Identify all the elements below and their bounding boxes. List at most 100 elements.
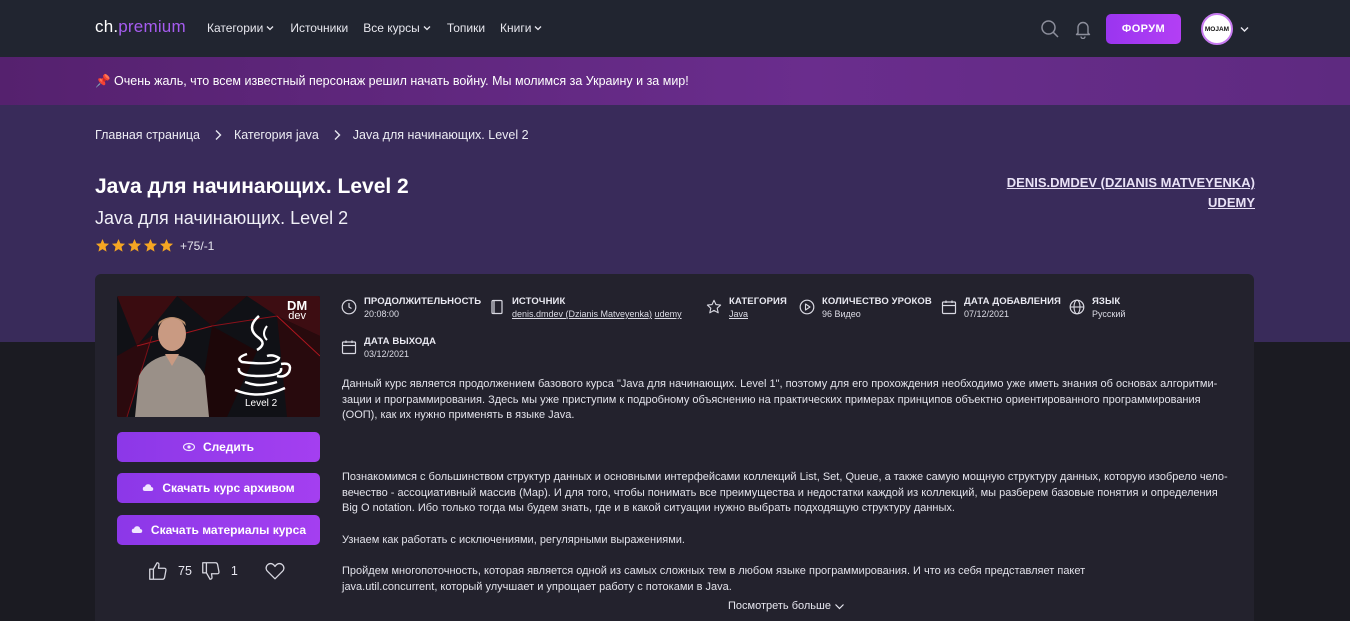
show-more-button[interactable]: Посмотреть больше: [728, 600, 845, 612]
site-logo[interactable]: ch.premium: [95, 17, 186, 37]
rating-score: +75/-1: [180, 238, 215, 253]
meta-lessons: КОЛИЧЕСТВО УРОКОВ 96 Видео: [799, 296, 932, 319]
chevron-down-icon[interactable]: [1239, 24, 1250, 34]
menu-item-all-courses[interactable]: Все курсы: [363, 21, 432, 35]
calendar-icon: [341, 340, 357, 355]
duration-label: ПРОДОЛЖИТЕЛЬНОСТЬ: [364, 296, 482, 307]
meta-category: КАТЕГОРИЯ Java: [706, 296, 787, 319]
menu-item-sources[interactable]: Источники: [290, 21, 348, 35]
forum-button[interactable]: ФОРУМ: [1106, 14, 1181, 44]
meta-duration: ПРОДОЛЖИТЕЛЬНОСТЬ 20:08:00: [341, 296, 481, 319]
menu-item-topics[interactable]: Топики: [447, 21, 485, 35]
release-date-value: 03/12/2021: [364, 349, 410, 359]
source-author-link[interactable]: denis.dmdev (Dzianis Matveyenka): [512, 309, 652, 319]
cloud-download-icon: [143, 484, 154, 491]
source-link[interactable]: UDEMY: [1007, 193, 1255, 213]
language-value: Русский: [1092, 309, 1126, 319]
description-line: (ООП), как их нужно применять в языке Ja…: [342, 409, 575, 421]
description-line: java.util.concurrent, который улучшает и…: [342, 580, 732, 593]
source-label: ИСТОЧНИК: [512, 296, 566, 307]
category-link[interactable]: Java: [729, 309, 748, 319]
top-navbar: ch.premium Категории Источники Все курсы…: [0, 0, 1350, 57]
main-menu: Категории Источники Все курсы Топики Кни…: [207, 21, 558, 35]
description-line: Пройдем многопоточность, которая являетс…: [342, 565, 1086, 577]
download-archive-button[interactable]: Скачать курс архивом: [117, 473, 320, 503]
likes-count: 75: [178, 564, 192, 578]
heart-icon[interactable]: [264, 560, 286, 582]
description-line: Big O notation. Ибо только тогда мы буде…: [342, 502, 955, 514]
meta-language: ЯЗЫК Русский: [1069, 296, 1125, 319]
breadcrumb-current[interactable]: Java для начинающих. Level 2: [353, 128, 529, 142]
star-icon: [127, 238, 142, 252]
language-label: ЯЗЫК: [1092, 296, 1121, 307]
meta-source: ИСТОЧНИК denis.dmdev (Dzianis Matveyenka)…: [489, 296, 682, 319]
breadcrumb: Главная страница Категория java Java для…: [95, 128, 529, 142]
globe-icon: [1069, 299, 1085, 315]
thumbs-down-icon[interactable]: [200, 560, 222, 582]
follow-button[interactable]: Следить: [117, 432, 320, 462]
description-paragraph-4: Пройдем многопоточность, которая являетс…: [342, 564, 1242, 595]
download-archive-label: Скачать курс архивом: [162, 481, 295, 495]
play-circle-icon: [799, 299, 815, 315]
thumbnail-brand: DM dev: [287, 299, 307, 322]
lessons-label: КОЛИЧЕСТВО УРОКОВ: [822, 296, 932, 307]
chevron-down-icon: [835, 603, 844, 609]
search-icon[interactable]: [1040, 19, 1060, 39]
course-thumbnail: DM dev Level 2: [117, 296, 320, 417]
date-added-value: 07/12/2021: [964, 309, 1010, 319]
bell-icon[interactable]: [1074, 19, 1092, 39]
star-icon: [143, 238, 158, 252]
duration-value: 20:08:00: [364, 309, 400, 319]
announcement-banner: 📌 Очень жаль, что всем известный персона…: [0, 57, 1350, 105]
chevron-right-icon: [334, 130, 341, 140]
description-paragraph-2: Познакомимся с большинством структур дан…: [342, 470, 1242, 517]
meta-release-date: ДАТА ВЫХОДА 03/12/2021: [341, 336, 436, 359]
star-icon: [111, 238, 126, 252]
author-links: DENIS.DMDEV (DZIANIS MATVEYENKA) UDEMY: [1007, 173, 1255, 213]
release-date-label: ДАТА ВЫХОДА: [364, 336, 437, 347]
clock-icon: [341, 299, 357, 315]
menu-item-label: Все курсы: [363, 21, 420, 35]
thumbnail-caption: Level 2: [245, 398, 278, 409]
logo-part-2: premium: [118, 17, 186, 36]
description-line: зации и программирования. Здесь мы уже п…: [342, 393, 1201, 406]
description-paragraph-3: Узнаем как работать с исключениями, регу…: [342, 533, 1242, 549]
cloud-download-icon: [131, 526, 143, 533]
menu-item-categories[interactable]: Категории: [207, 21, 275, 35]
menu-item-label: Книги: [500, 21, 532, 35]
logo-part-1: ch.: [95, 17, 119, 36]
chevron-down-icon: [534, 26, 542, 31]
download-materials-button[interactable]: Скачать материалы курса: [117, 515, 320, 545]
calendar-icon: [941, 300, 957, 315]
eye-icon: [182, 442, 195, 452]
chevron-right-icon: [215, 130, 222, 140]
author-link[interactable]: DENIS.DMDEV (DZIANIS MATVEYENKA): [1007, 173, 1255, 193]
page-title: Java для начинающих. Level 2: [95, 175, 409, 198]
avatar[interactable]: MOJAM: [1201, 13, 1233, 45]
thumbnail-brand-bottom: dev: [288, 310, 306, 322]
description-paragraph-1: Данный курс является продолжением базово…: [342, 377, 1242, 424]
breadcrumb-home[interactable]: Главная страница: [95, 128, 200, 142]
thumbs-up-icon[interactable]: [147, 560, 169, 582]
course-card: DM dev Level 2 Следить Скачать курс архи…: [95, 274, 1254, 621]
menu-item-label: Категории: [207, 21, 264, 35]
dislikes-count: 1: [230, 564, 238, 578]
page-subtitle: Java для начинающих. Level 2: [95, 208, 349, 228]
description-line: Познакомимся с большинством структур дан…: [342, 471, 1228, 483]
star-icon: [159, 238, 174, 252]
category-label: КАТЕГОРИЯ: [729, 296, 787, 307]
menu-item-books[interactable]: Книги: [500, 21, 543, 35]
menu-item-label: Топики: [446, 21, 486, 35]
chevron-down-icon: [423, 26, 431, 31]
description-line: Узнаем как работать с исключениями, регу…: [342, 534, 685, 546]
description-line: вечество - ассоциативный массив (Map). И…: [342, 486, 1218, 499]
star-outline-icon: [706, 299, 722, 314]
star-icon: [95, 238, 110, 252]
chevron-down-icon: [266, 26, 274, 31]
book-icon: [491, 299, 503, 315]
source-platform-link[interactable]: udemy: [655, 309, 682, 319]
rating: +75/-1: [95, 238, 214, 253]
breadcrumb-category[interactable]: Категория java: [234, 128, 319, 142]
meta-date-added: ДАТА ДОБАВЛЕНИЯ 07/12/2021: [941, 296, 1061, 319]
follow-button-label: Следить: [202, 440, 255, 454]
